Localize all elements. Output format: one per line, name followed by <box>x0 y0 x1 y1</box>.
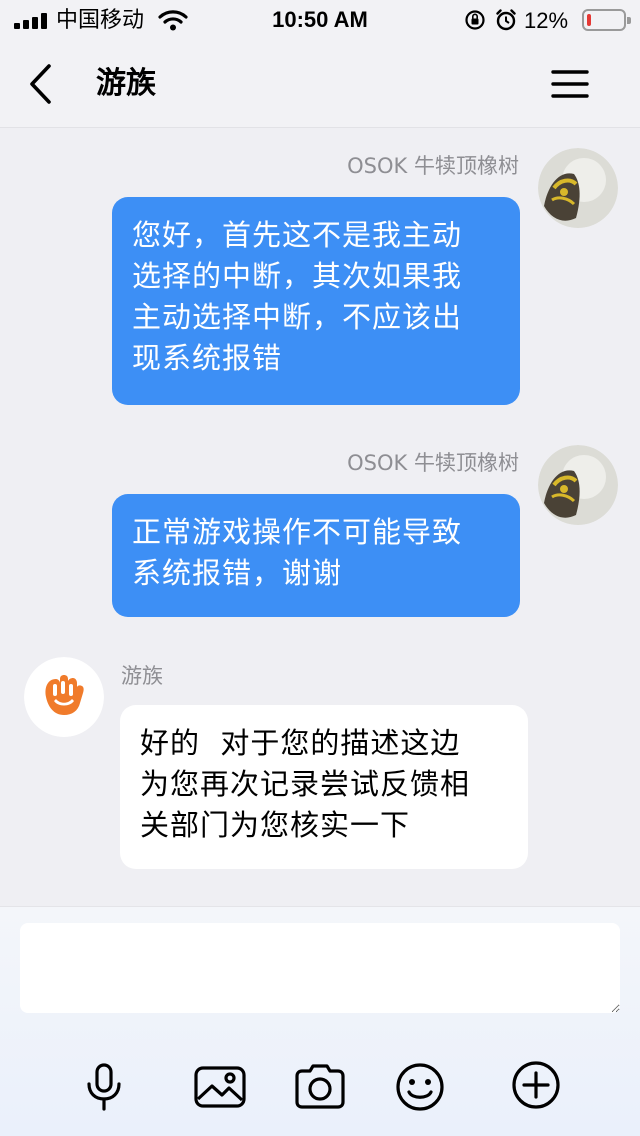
more-options-button[interactable] <box>508 1059 564 1115</box>
camera-button[interactable] <box>292 1059 348 1115</box>
image-icon <box>194 1066 246 1108</box>
composer-panel <box>0 906 640 1136</box>
message-line: 为您再次记录尝试反馈相 <box>140 767 471 801</box>
message-line: 正常游戏操作不可能导致 <box>132 515 463 549</box>
message-line: 主动选择中断，不应该出 <box>132 300 463 334</box>
battery-percentage: 12% <box>524 8 569 33</box>
message-bubble-outgoing[interactable]: 正常游戏操作不可能导致 系统报错，谢谢 <box>112 494 520 617</box>
message-line: 好的 对于您的描述这边 <box>140 726 461 760</box>
sender-name: 游族 <box>121 664 163 688</box>
message-bubble-outgoing[interactable]: 您好，首先这不是我主动 选择的中断，其次如果我 主动选择中断，不应该出 现系统报… <box>112 197 520 405</box>
hamburger-menu-icon <box>551 70 589 98</box>
sender-name: OSOK 牛犊顶橡树 <box>347 154 519 178</box>
voice-input-button[interactable] <box>76 1059 132 1115</box>
microphone-icon <box>87 1063 121 1111</box>
battery-icon <box>582 9 631 31</box>
plus-icon <box>512 1061 560 1109</box>
orientation-lock-icon <box>465 9 516 31</box>
chevron-left-icon <box>30 64 51 104</box>
navigation-bar: 游族 <box>0 40 640 128</box>
emoji-button[interactable] <box>392 1059 448 1115</box>
message-line: 关部门为您核实一下 <box>140 808 411 842</box>
message-line: 选择的中断，其次如果我 <box>132 259 463 293</box>
status-bar: 中国移动 10:50 AM 12% <box>0 0 640 40</box>
message-line: 系统报错，谢谢 <box>132 556 343 590</box>
message-bubble-incoming[interactable]: 好的 对于您的描述这边 为您再次记录尝试反馈相 关部门为您核实一下 <box>120 705 528 869</box>
emoji-icon <box>396 1063 444 1111</box>
page-title: 游族 <box>96 66 156 101</box>
user-avatar[interactable] <box>538 148 618 228</box>
image-button[interactable] <box>192 1059 248 1115</box>
back-button[interactable] <box>20 62 64 106</box>
camera-icon <box>295 1064 345 1109</box>
message-line: 您好，首先这不是我主动 <box>132 218 463 252</box>
user-avatar[interactable] <box>538 445 618 525</box>
sender-name: OSOK 牛犊顶橡树 <box>347 451 519 475</box>
message-input[interactable] <box>20 923 620 1013</box>
message-line: 现系统报错 <box>132 341 283 375</box>
menu-button[interactable] <box>548 64 592 104</box>
battery-level-fill <box>587 14 591 26</box>
alarm-icon <box>496 9 516 31</box>
youzu-avatar[interactable] <box>24 657 104 737</box>
